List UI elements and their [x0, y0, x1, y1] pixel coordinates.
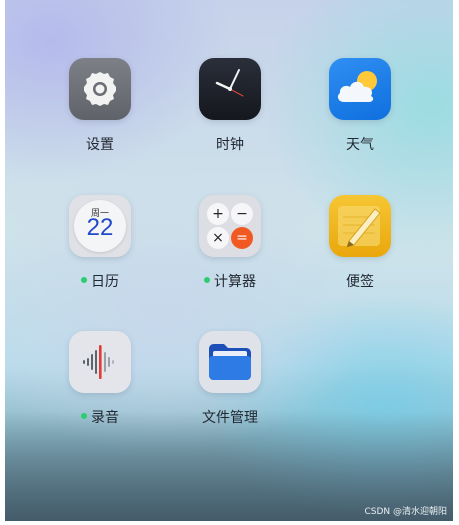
- gear-icon[interactable]: [69, 58, 131, 120]
- app-label: 录音: [50, 407, 150, 427]
- home-screen: 设置 时钟 天气 周一 22 日历 + − × = 计算器 便签 录音 文件管理…: [5, 0, 453, 521]
- app-label: 文件管理: [202, 410, 258, 426]
- app-files[interactable]: 文件管理: [180, 331, 280, 441]
- app-recorder[interactable]: 录音: [50, 331, 150, 441]
- app-calendar[interactable]: 周一 22 日历: [50, 195, 150, 305]
- app-notes[interactable]: 便签: [310, 195, 410, 305]
- calendar-day: 22: [86, 214, 114, 241]
- calendar-icon[interactable]: 周一 22: [69, 195, 131, 257]
- calc-minus-key: −: [231, 203, 253, 225]
- app-weather[interactable]: 天气: [310, 58, 410, 168]
- recorder-icon[interactable]: [69, 331, 131, 393]
- app-label: 设置: [86, 137, 114, 153]
- calc-plus-key: +: [207, 203, 229, 225]
- watermark: CSDN @清水迎朝阳: [364, 507, 447, 517]
- notification-dot: [81, 277, 87, 283]
- app-label: 天气: [346, 137, 374, 153]
- notes-icon[interactable]: [329, 195, 391, 257]
- calc-equals-key: =: [231, 227, 253, 249]
- calc-multiply-key: ×: [207, 227, 229, 249]
- notification-dot: [204, 277, 210, 283]
- app-label: 日历: [50, 271, 150, 291]
- calculator-icon[interactable]: + − × =: [199, 195, 261, 257]
- notification-dot: [81, 413, 87, 419]
- app-label: 便签: [346, 274, 374, 290]
- weather-icon[interactable]: [329, 58, 391, 120]
- clock-icon[interactable]: [199, 58, 261, 120]
- app-label: 时钟: [216, 137, 244, 153]
- app-label: 计算器: [180, 271, 280, 291]
- app-clock[interactable]: 时钟: [180, 58, 280, 168]
- app-settings[interactable]: 设置: [50, 58, 150, 168]
- app-calculator[interactable]: + − × = 计算器: [180, 195, 280, 305]
- folder-icon[interactable]: [199, 331, 261, 393]
